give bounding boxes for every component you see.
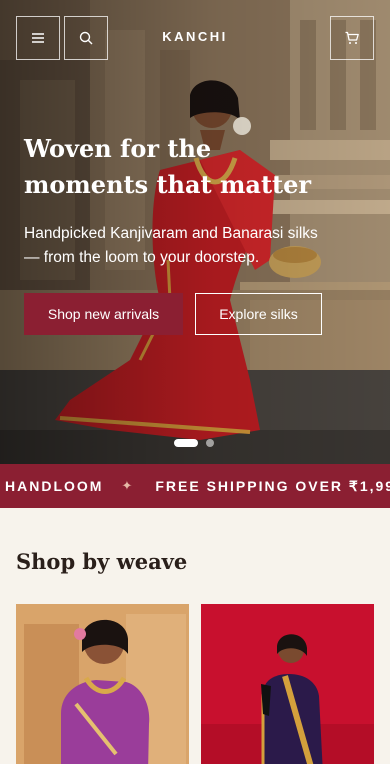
marquee-item: FREE SHIPPING OVER ₹1,999: [155, 477, 390, 494]
hero-title: Woven for the moments that matter: [24, 134, 312, 199]
weave-card-image: [201, 604, 374, 764]
weave-card-image: [16, 604, 189, 764]
weave-card[interactable]: [201, 604, 374, 764]
cart-icon: [345, 31, 359, 44]
carousel-dot[interactable]: [206, 439, 214, 447]
hero-subtitle: Handpicked Kanjivaram and Banarasi silks…: [24, 225, 318, 266]
carousel-dots: [174, 439, 214, 447]
announcement-marquee: HANDLOOM ✦ FREE SHIPPING OVER ₹1,999: [0, 464, 390, 508]
shop-new-arrivals-button[interactable]: Shop new arrivals: [24, 293, 183, 335]
explore-silks-button[interactable]: Explore silks: [195, 293, 322, 335]
top-bar: KANCHI: [0, 0, 390, 76]
carousel-dot-active[interactable]: [174, 439, 198, 447]
marquee-item: HANDLOOM: [5, 478, 104, 494]
hero-banner: KANCHI Woven for the moments that matter…: [0, 0, 390, 464]
diamond-separator-icon: ✦: [121, 478, 133, 493]
section-title: Shop by weave: [16, 549, 188, 574]
weave-card[interactable]: [16, 604, 189, 764]
cart-button[interactable]: [330, 16, 374, 60]
